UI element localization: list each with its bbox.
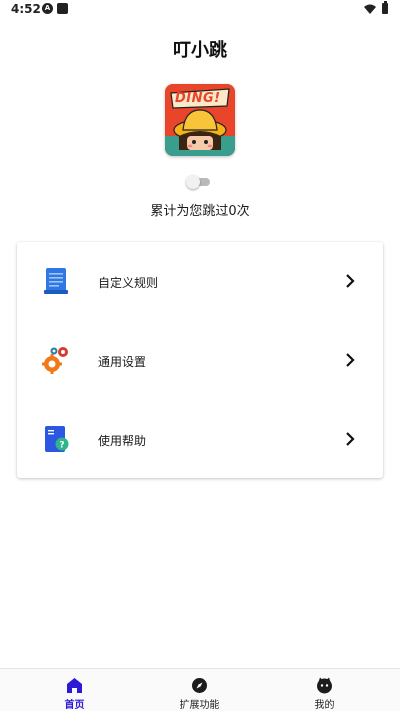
notification-a-icon: A (42, 3, 53, 14)
compass-icon (192, 678, 207, 693)
menu-item-label: 通用设置 (98, 355, 147, 369)
status-time: 4:52 (11, 2, 41, 16)
document-icon (44, 268, 68, 294)
nav-tab-extensions[interactable]: 扩展功能 (133, 669, 266, 711)
app-logo-text: DING! (175, 91, 221, 106)
status-right-icons (364, 1, 388, 14)
bottom-navigation: 首页 扩展功能 我的 (0, 668, 400, 711)
nav-tab-label: 扩展功能 (179, 700, 220, 711)
svg-text:?: ? (59, 441, 64, 451)
menu-card: 自定义规则 通用设置 ? 使用帮助 (17, 242, 383, 478)
wifi-icon (364, 4, 376, 14)
nav-tab-label: 我的 (314, 700, 335, 711)
skip-toggle-switch[interactable] (186, 175, 210, 189)
chevron-right-icon (346, 353, 355, 367)
notification-b-icon (57, 3, 68, 14)
nav-tab-profile[interactable]: 我的 (258, 669, 391, 711)
menu-item-help[interactable]: ? 使用帮助 (17, 400, 383, 478)
skip-count-text: 累计为您跳过0次 (150, 204, 250, 219)
nav-tab-label: 首页 (64, 700, 85, 711)
profile-icon (317, 677, 332, 694)
help-book-icon: ? (45, 426, 69, 452)
gears-icon (42, 347, 68, 374)
menu-item-general-settings[interactable]: 通用设置 (17, 321, 383, 399)
menu-item-label: 使用帮助 (98, 434, 147, 448)
menu-item-custom-rules[interactable]: 自定义规则 (17, 242, 383, 320)
home-icon (67, 678, 82, 693)
chevron-right-icon (346, 274, 355, 288)
menu-item-label: 自定义规则 (98, 276, 159, 290)
toggle-thumb (186, 175, 200, 189)
app-logo: DING! (165, 84, 235, 156)
battery-icon (382, 1, 388, 14)
app-title: 叮小跳 (173, 40, 227, 61)
chevron-right-icon (346, 432, 355, 446)
status-bar: 4:52 A (0, 0, 400, 18)
nav-tab-home[interactable]: 首页 (8, 669, 141, 711)
